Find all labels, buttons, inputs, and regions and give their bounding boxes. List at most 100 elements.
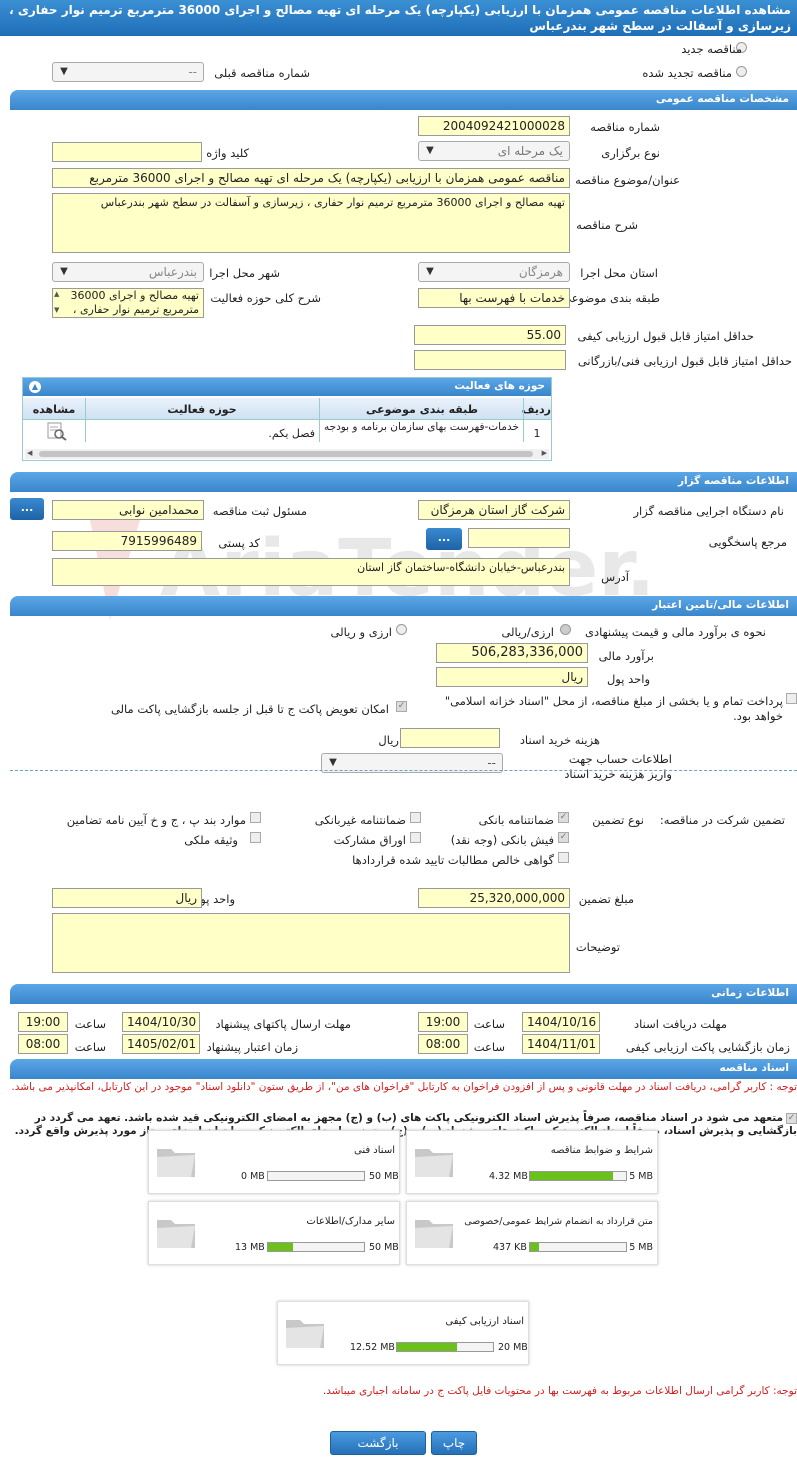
currency-field: ریال	[436, 667, 588, 687]
nonbank-guarantee-checkbox[interactable]	[410, 812, 421, 823]
estimate-label: برآورد مالی	[598, 649, 654, 663]
articles-label: موارد بند پ ، ج و خ آیین نامه تضامین	[66, 813, 246, 827]
swap-text: امکان تعویض پاکت ج تا قبل از جلسه بازگشا…	[110, 702, 389, 716]
province-select[interactable]: هرمزگان ▼	[418, 262, 570, 282]
valid-date-field: 1405/02/01	[122, 1034, 200, 1054]
doc-card-max: 50 MB	[369, 1171, 399, 1182]
doc-card-quality[interactable]: اسناد ارزیابی کیفی 20 MB 12.52 MB	[277, 1301, 529, 1365]
nonbank-guarantee-label: ضمانتنامه غیربانکی	[314, 813, 406, 827]
doc-card-usage-fill	[268, 1243, 293, 1251]
guarantee-type-label: نوع تضمین	[592, 813, 644, 827]
type-label: نوع برگزاری	[601, 146, 660, 160]
organizer-field: شرکت گاز استان هرمزگان	[418, 500, 570, 520]
doc-card-title: متن قرارداد به انضمام شرایط عمومی/خصوصی	[464, 1216, 653, 1227]
chevron-down-icon: ▼	[426, 145, 434, 156]
rial-fx-radio[interactable]	[560, 624, 571, 635]
doc-card-other[interactable]: سایر مدارک/اطلاعات 50 MB 13 MB	[148, 1201, 400, 1265]
guarantee-currency-field: ریال	[52, 888, 202, 908]
valid-time-label: ساعت	[74, 1040, 106, 1054]
doc-card-title: اسناد ارزیابی کیفی	[445, 1316, 524, 1327]
open-label: زمان بازگشایی پاکت ارزیابی کیفی	[625, 1040, 790, 1054]
min-quality-field: 55.00	[414, 325, 566, 345]
property-checkbox[interactable]	[250, 832, 261, 843]
chevron-down-icon: ▼	[60, 266, 68, 277]
bonds-label: اوراق مشارکت	[333, 833, 406, 847]
scroll-up-icon[interactable]: ▲	[54, 290, 59, 298]
claims-checkbox[interactable]	[558, 852, 569, 863]
valid-time-field: 08:00	[18, 1034, 68, 1054]
province-label: استان محل اجرا	[580, 266, 658, 280]
type-select[interactable]: یک مرحله ای ▼	[418, 141, 570, 161]
reference-label: مرجع پاسخگویی	[708, 535, 787, 549]
subject-label: عنوان/موضوع مناقصه	[575, 173, 680, 187]
view-document-icon[interactable]	[45, 421, 67, 441]
send-time-field: 19:00	[18, 1012, 68, 1032]
doc-card-max: 5 MB	[629, 1171, 653, 1182]
divider	[10, 770, 797, 771]
articles-checkbox[interactable]	[250, 812, 261, 823]
commit-text: متعهد می شود در اسناد مناقصه، صرفاً پذیر…	[14, 1112, 797, 1137]
doc-card-technical[interactable]: اسناد فنی 50 MB 0 MB	[148, 1130, 400, 1194]
print-button[interactable]: چاپ	[431, 1431, 477, 1455]
activity-table: حوزه های فعالیت ▲ ردیف طبقه بندی موضوعی …	[22, 377, 552, 461]
organizer-label: نام دستگاه اجرایی مناقصه گزار	[633, 504, 784, 518]
collapse-icon[interactable]: ▲	[29, 381, 41, 393]
tender-number-label: شماره مناقصه	[590, 120, 660, 134]
city-select[interactable]: بندرعباس ▼	[52, 262, 204, 282]
activity-table-title-bar: حوزه های فعالیت ▲	[23, 378, 551, 396]
responsible-lookup-button[interactable]: ...	[10, 498, 44, 520]
doc-card-conditions[interactable]: شرایط و ضوابط مناقصه 5 MB 4.32 MB	[406, 1130, 658, 1194]
swap-checkbox[interactable]: ✓	[396, 701, 407, 712]
folder-icon	[284, 1312, 326, 1352]
cash-label: فیش بانکی (وجه نقد)	[450, 833, 554, 847]
back-button[interactable]: بازگشت	[330, 1431, 426, 1455]
category-field: خدمات با فهرست بها	[418, 288, 570, 308]
postal-code-field: 7915996489	[52, 531, 202, 551]
reference-field	[468, 528, 570, 548]
receive-label: مهلت دریافت اسناد	[634, 1017, 727, 1031]
scope-field: تهیه مصالح و اجرای 36000 مترمربع ترمیم ن…	[52, 288, 204, 318]
doc-card-used: 12.52 MB	[350, 1342, 395, 1353]
chevron-down-icon: ▼	[60, 66, 68, 77]
previous-number-select[interactable]: -- ▼	[52, 62, 204, 82]
category-label: طبقه بندی موضوعی	[562, 291, 660, 305]
bank-guarantee-label: ضمانتنامه بانکی	[478, 813, 554, 827]
doc-cost-unit: ریال	[378, 733, 399, 747]
rial-fx-label: ارزی/ریالی	[501, 625, 554, 639]
keyword-label: کلید واژه	[206, 146, 249, 160]
scroll-down-icon[interactable]: ▼	[54, 306, 59, 314]
doc-card-usage-bar	[529, 1242, 627, 1252]
doc-card-usage-bar	[396, 1342, 494, 1352]
page-title: مشاهده اطلاعات مناقصه عمومی همزمان با ار…	[0, 0, 797, 36]
min-tech-label: حداقل امتیاز قابل قبول ارزیابی فنی/بازرگ…	[577, 354, 792, 368]
property-label: وثیقه ملکی	[184, 833, 238, 847]
bonds-checkbox[interactable]	[410, 832, 421, 843]
cash-checkbox[interactable]: ✓	[558, 832, 569, 843]
receive-time-label: ساعت	[473, 1017, 505, 1031]
payment-checkbox[interactable]	[786, 693, 797, 704]
activity-table-title: حوزه های فعالیت	[454, 380, 545, 392]
reference-lookup-button[interactable]: ...	[426, 528, 462, 550]
keyword-field[interactable]	[52, 142, 202, 162]
price-list-note: توجه: کاربر گرامی ارسال اطلاعات مربوط به…	[322, 1385, 797, 1397]
column-area: حوزه فعالیت	[167, 403, 237, 416]
column-view: مشاهده	[32, 403, 76, 416]
column-category: طبقه بندی موضوعی	[365, 403, 479, 416]
tender-number-field: 2004092421000028	[418, 116, 570, 136]
renewed-tender-radio[interactable]	[736, 66, 747, 77]
previous-number-label: شماره مناقصه قبلی	[214, 66, 310, 80]
receive-time-field: 19:00	[418, 1012, 468, 1032]
postal-code-label: کد پستی	[218, 536, 260, 550]
horizontal-scrollbar[interactable]: ◀ ▶	[25, 449, 549, 459]
bank-guarantee-checkbox[interactable]: ✓	[558, 812, 569, 823]
account-label: اطلاعات حساب جهت واریز هزینه خرید اسناد	[564, 752, 672, 781]
currency-label: واحد پول	[606, 672, 650, 686]
doc-card-contract[interactable]: متن قرارداد به انضمام شرایط عمومی/خصوصی …	[406, 1201, 658, 1265]
chevron-down-icon: ▼	[426, 266, 434, 277]
doc-card-usage-bar	[529, 1171, 627, 1181]
doc-card-max: 5 MB	[629, 1242, 653, 1253]
section-organizer-header: اطلاعات مناقصه گزار	[10, 472, 797, 492]
guarantee-amount-field: 25,320,000,000	[418, 888, 570, 908]
scope-label: شرح کلی حوزه فعالیت	[210, 291, 321, 305]
fx-and-rial-radio[interactable]	[396, 624, 407, 635]
